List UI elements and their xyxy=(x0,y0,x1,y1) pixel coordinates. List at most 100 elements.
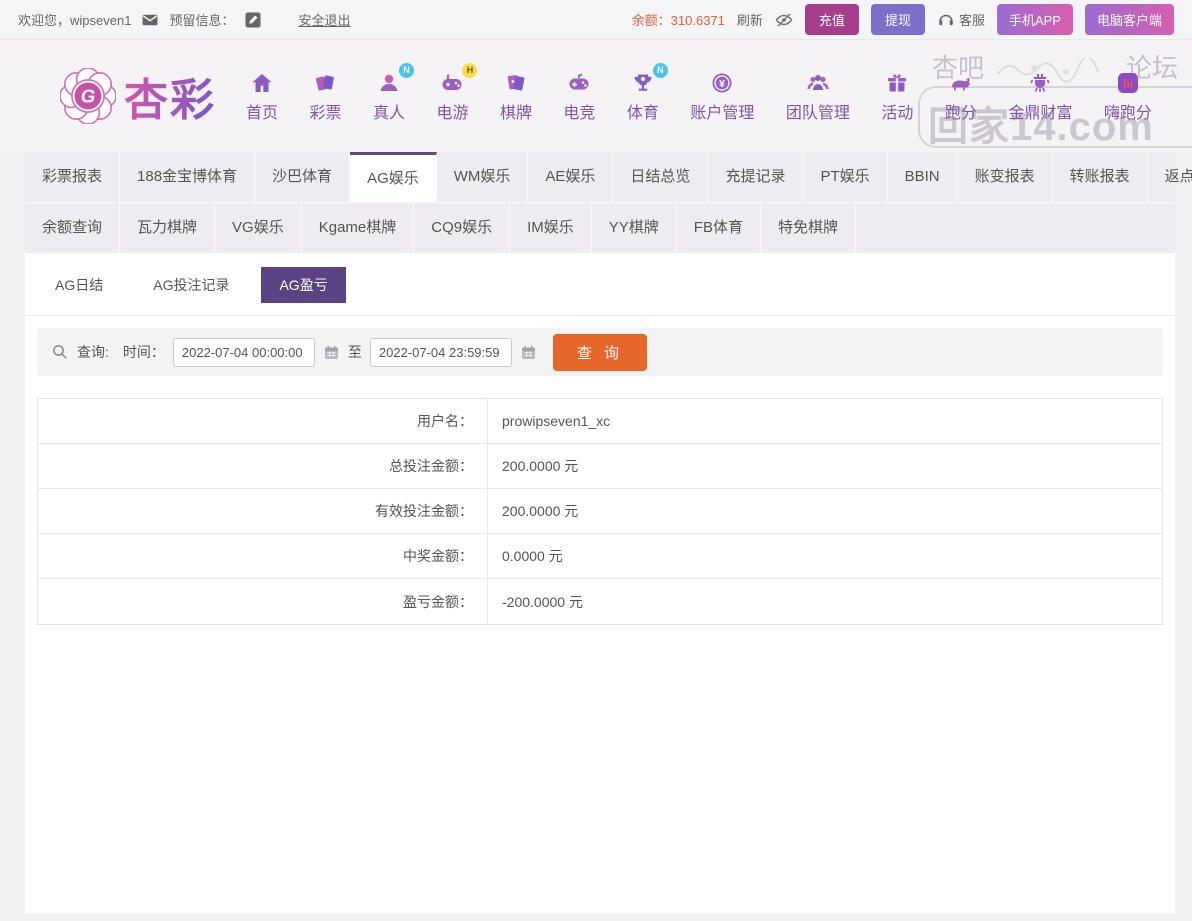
row-label: 中奖金额： xyxy=(38,534,488,578)
tab-im-entertainment[interactable]: IM娱乐 xyxy=(510,203,592,253)
nav-item-lottery[interactable]: 彩票 xyxy=(309,70,342,123)
tab-deposit-withdraw-record[interactable]: 充提记录 xyxy=(708,152,804,202)
nav-label: 体育 xyxy=(626,104,659,122)
nav-item-esports[interactable]: 电竞 xyxy=(563,70,595,123)
nav-label: 活动 xyxy=(881,104,914,122)
tab-cq9-entertainment[interactable]: CQ9娱乐 xyxy=(414,203,511,253)
balance-value: 310.6371 xyxy=(670,13,725,28)
lottery-icon xyxy=(311,70,339,96)
customer-service-button[interactable]: 客服 xyxy=(937,10,985,29)
new-badge: N xyxy=(652,62,668,78)
team-icon xyxy=(804,70,832,96)
report-tabstrip: 彩票报表 188金宝博体育 沙巴体育 AG娱乐 WM娱乐 AE娱乐 日结总览 充… xyxy=(25,152,1192,253)
calendar-icon-start[interactable] xyxy=(323,344,340,361)
tab-188-sports[interactable]: 188金宝博体育 xyxy=(120,152,256,202)
nav-item-home[interactable]: 首页 xyxy=(246,70,278,123)
mobile-app-button[interactable]: 手机APP xyxy=(996,4,1073,35)
tab-account-change-report[interactable]: 账变报表 xyxy=(958,152,1053,202)
nav-item-live[interactable]: N 真人 xyxy=(373,62,414,123)
rhino-icon xyxy=(947,70,975,96)
tab-fb-sports[interactable]: FB体育 xyxy=(677,203,761,253)
time-label: 时间： xyxy=(122,344,165,360)
headset-icon xyxy=(937,11,955,29)
tab-daily-overview[interactable]: 日结总览 xyxy=(613,152,709,202)
tab-saba-sports[interactable]: 沙巴体育 xyxy=(255,152,351,202)
flower-logo-icon: G xyxy=(60,68,116,124)
balance-text: 余额：310.6371 xyxy=(632,10,725,29)
ag-subtabs: AG日结 AG投注记录 AG盈亏 xyxy=(25,253,1175,316)
tab-vg-entertainment[interactable]: VG娱乐 xyxy=(215,203,302,253)
tab-pt-entertainment[interactable]: PT娱乐 xyxy=(803,152,888,202)
tab-wm-entertainment[interactable]: WM娱乐 xyxy=(437,152,529,202)
nav-label: 彩票 xyxy=(309,104,342,122)
envelope-icon[interactable] xyxy=(141,11,159,29)
tab-wali-cards[interactable]: 瓦力棋牌 xyxy=(120,203,216,253)
end-time-input[interactable] xyxy=(369,337,512,367)
table-row: 中奖金额： 0.0000 元 xyxy=(38,534,1162,579)
main-panel: 彩票报表 188金宝博体育 沙巴体育 AG娱乐 WM娱乐 AE娱乐 日结总览 充… xyxy=(25,152,1192,913)
hi-app-icon: hi xyxy=(1114,70,1142,96)
recharge-button[interactable]: 充值 xyxy=(804,4,859,35)
balance-label: 余额： xyxy=(631,13,671,28)
cards-icon xyxy=(502,70,530,96)
query-button[interactable]: 查 询 xyxy=(552,333,648,371)
nav-label: 首页 xyxy=(246,104,279,122)
nav-item-promotions[interactable]: 活动 xyxy=(881,70,913,123)
subtab-ag-bet-record[interactable]: AG投注记录 xyxy=(135,267,247,303)
pc-client-button[interactable]: 电脑客户端 xyxy=(1084,4,1174,35)
nav-item-jinding[interactable]: 金鼎财富 xyxy=(1008,70,1072,123)
nav-label: 团队管理 xyxy=(785,104,850,122)
table-row: 总投注金额： 200.0000 元 xyxy=(38,444,1162,489)
eye-slash-icon[interactable] xyxy=(775,11,793,29)
subtab-ag-daily[interactable]: AG日结 xyxy=(37,267,121,303)
table-row: 有效投注金额： 200.0000 元 xyxy=(38,489,1162,534)
brand-logo[interactable]: G 杏彩 xyxy=(60,64,216,128)
nav-item-egames[interactable]: H 电游 xyxy=(436,62,478,123)
profit-loss-table: 用户名： prowipseven1_xc 总投注金额： 200.0000 元 有… xyxy=(37,398,1163,625)
nav-item-sports[interactable]: N 体育 xyxy=(626,62,668,123)
tab-ae-entertainment[interactable]: AE娱乐 xyxy=(528,152,614,202)
nav-label: 金鼎财富 xyxy=(1008,104,1073,122)
row-value: 0.0000 元 xyxy=(502,548,563,564)
reserved-info-label: 预留信息： xyxy=(169,13,235,28)
row-value: -200.0000 元 xyxy=(502,593,583,610)
tab-rebate-total[interactable]: 返点总额 xyxy=(1148,152,1192,202)
calendar-icon-end[interactable] xyxy=(520,344,537,361)
brand-name: 杏彩 xyxy=(124,64,216,128)
nav-item-team[interactable]: 团队管理 xyxy=(786,70,850,123)
tab-yy-cards[interactable]: YY棋牌 xyxy=(592,203,677,253)
main-nav: 首页 彩票 N 真人 H 电游 棋牌 电竞 N 体育 ¥ 账户管理 团队管理 活… xyxy=(246,62,1162,123)
gift-icon xyxy=(883,70,911,96)
subtab-ag-profit-loss[interactable]: AG盈亏 xyxy=(261,267,346,303)
nav-label: 电游 xyxy=(436,104,469,122)
query-bar: 查询: 时间： 至 查 询 xyxy=(37,328,1163,376)
nav-item-paofen[interactable]: 跑分 xyxy=(945,70,977,123)
nav-item-cards[interactable]: 棋牌 xyxy=(500,70,532,123)
hot-badge: H xyxy=(462,62,478,78)
tab-lottery-report[interactable]: 彩票报表 xyxy=(25,152,121,202)
withdraw-button[interactable]: 提现 xyxy=(870,4,925,35)
tab-ag-entertainment[interactable]: AG娱乐 xyxy=(350,152,437,202)
nav-item-account[interactable]: ¥ 账户管理 xyxy=(690,70,754,123)
nav-item-hipaofen[interactable]: hi 嗨跑分 xyxy=(1104,70,1152,123)
tab-kgame-cards[interactable]: Kgame棋牌 xyxy=(302,203,415,253)
nav-label: 嗨跑分 xyxy=(1103,104,1152,122)
row-value: 200.0000 元 xyxy=(502,503,579,519)
search-icon xyxy=(51,343,69,361)
row-label: 有效投注金额： xyxy=(38,489,488,533)
refresh-button[interactable]: 刷新 xyxy=(737,10,763,29)
customer-service-label: 客服 xyxy=(958,13,985,28)
tab-temian-cards[interactable]: 特免棋牌 xyxy=(761,203,856,253)
edit-icon[interactable] xyxy=(244,11,262,29)
esports-icon xyxy=(565,70,593,96)
start-time-input[interactable] xyxy=(172,337,315,367)
logout-link[interactable]: 安全退出 xyxy=(298,10,350,29)
nav-label: 棋牌 xyxy=(499,104,532,122)
nav-label: 跑分 xyxy=(944,104,977,122)
new-badge: N xyxy=(398,62,414,78)
table-row: 用户名： prowipseven1_xc xyxy=(38,399,1162,444)
tab-bbin[interactable]: BBIN xyxy=(888,152,958,202)
tab-transfer-report[interactable]: 转账报表 xyxy=(1053,152,1148,202)
nav-label: 电竞 xyxy=(563,104,596,122)
tab-balance-query[interactable]: 余额查询 xyxy=(25,203,121,253)
